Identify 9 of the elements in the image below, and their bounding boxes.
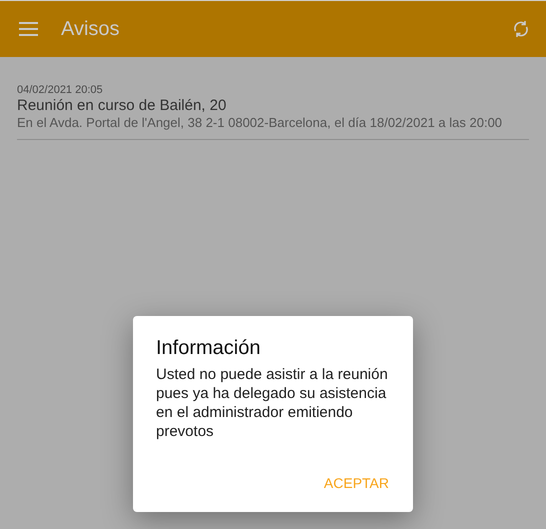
dialog-title: Información	[156, 336, 262, 360]
refresh-icon[interactable]	[513, 20, 529, 38]
menu-icon[interactable]	[19, 22, 38, 36]
accept-button[interactable]: ACEPTAR	[320, 469, 392, 498]
app-title: Avisos	[61, 17, 120, 42]
dialog-message: Usted no puede asistir a la reunión pues ya ha delegado su asistencia en el administrador emitiendo prevotos	[156, 365, 389, 441]
notice-detail: En el Avda. Portal de l'Angel, 38 2-1 08002-Barcelona, el día 18/02/2021 a las 20:00	[17, 115, 504, 131]
notice-title: Reunión en curso de Bailén, 20	[17, 97, 228, 115]
notice-date: 04/02/2021 20:05	[17, 84, 104, 97]
